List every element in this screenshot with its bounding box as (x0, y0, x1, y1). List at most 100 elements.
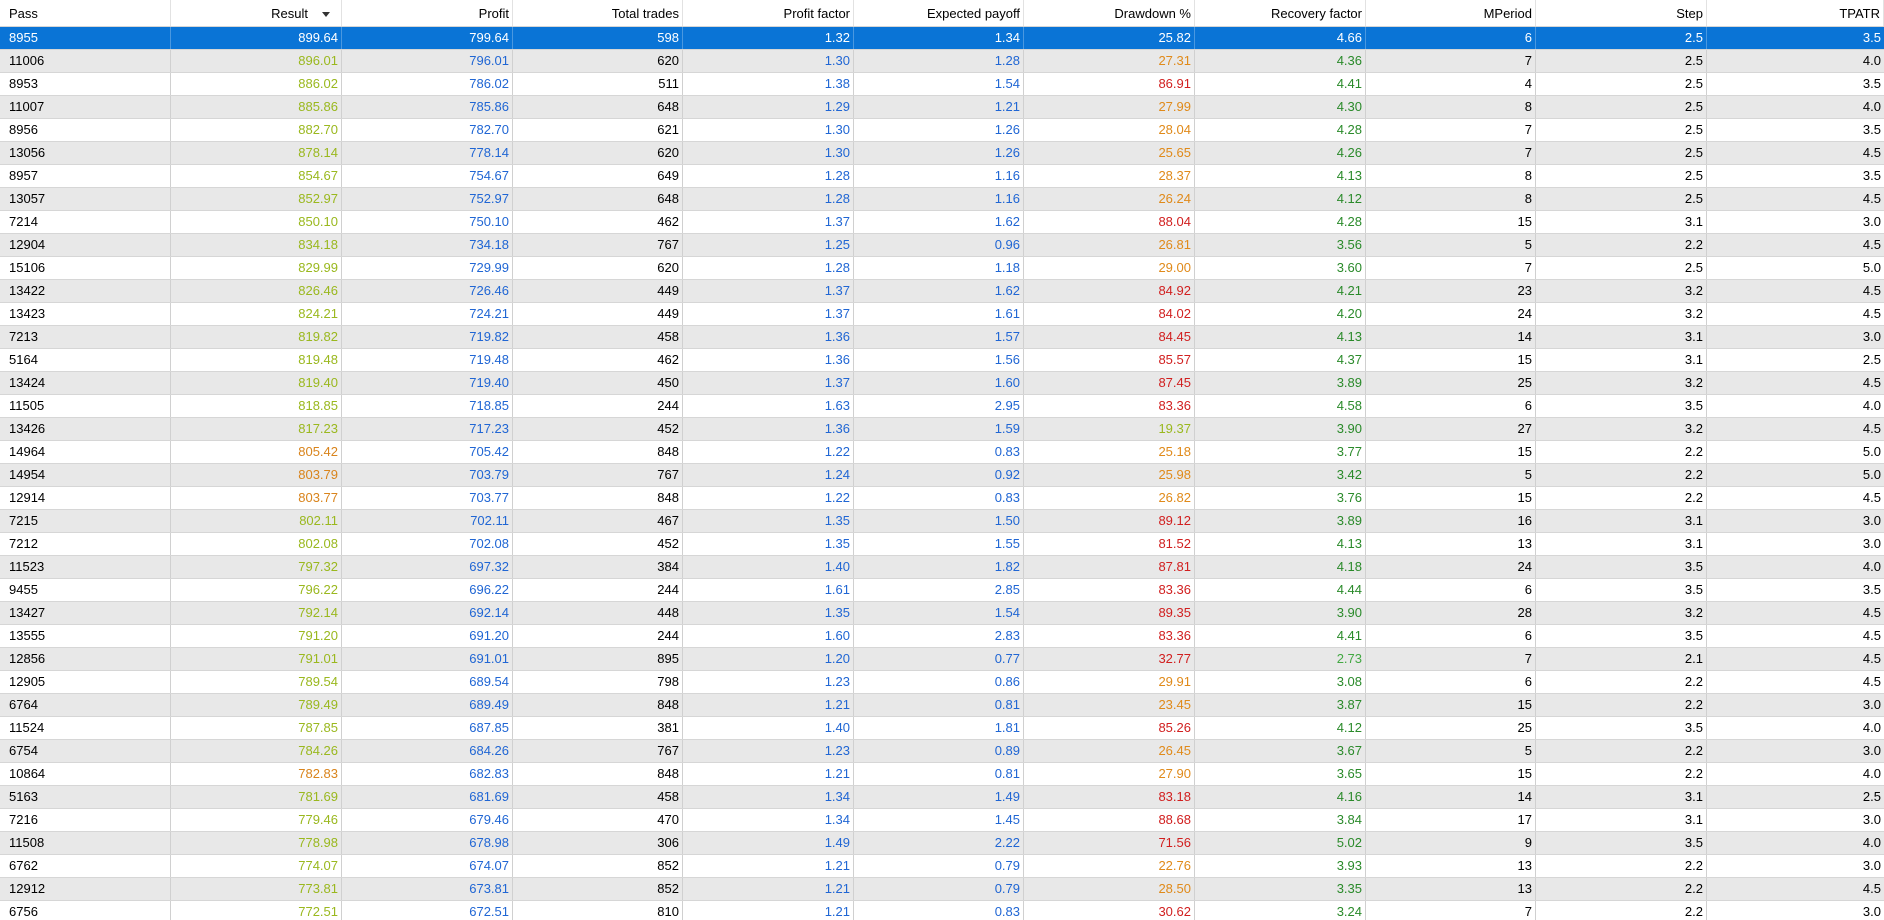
cell-profit-factor: 1.40 (683, 556, 854, 578)
cell-profit: 718.85 (342, 395, 513, 417)
table-row[interactable]: 13427 792.14 692.14 448 1.35 1.54 89.35 3.90 28 3… (0, 602, 1884, 625)
column-header-drawdown[interactable]: Drawdown % (1024, 0, 1195, 26)
table-row[interactable]: 13056 878.14 778.14 620 1.30 1.26 25.65 4.26 7 2.… (0, 142, 1884, 165)
table-row[interactable]: 8955 899.64 799.64 598 1.32 1.34 25.82 4.66 6 2.5… (0, 27, 1884, 50)
cell-pass: 12912 (0, 878, 171, 900)
table-row[interactable]: 5164 819.48 719.48 462 1.36 1.56 85.57 4.37 15 3.… (0, 349, 1884, 372)
table-row[interactable]: 7212 802.08 702.08 452 1.35 1.55 81.52 4.13 13 3.… (0, 533, 1884, 556)
column-header-expected-payoff[interactable]: Expected payoff (854, 0, 1024, 26)
cell-step: 2.2 (1536, 694, 1707, 716)
cell-step: 2.2 (1536, 878, 1707, 900)
table-row[interactable]: 11007 885.86 785.86 648 1.29 1.21 27.99 4.30 8 2.… (0, 96, 1884, 119)
cell-total-trades: 470 (513, 809, 683, 831)
cell-pass: 13426 (0, 418, 171, 440)
table-row[interactable]: 13555 791.20 691.20 244 1.60 2.83 83.36 4.41 6 3.… (0, 625, 1884, 648)
cell-mperiod: 7 (1366, 50, 1536, 72)
cell-expected-payoff: 2.85 (854, 579, 1024, 601)
cell-drawdown: 89.35 (1024, 602, 1195, 624)
cell-mperiod: 6 (1366, 625, 1536, 647)
table-row[interactable]: 12912 773.81 673.81 852 1.21 0.79 28.50 3.35 13 2… (0, 878, 1884, 901)
table-row[interactable]: 13422 826.46 726.46 449 1.37 1.62 84.92 4.21 23 3… (0, 280, 1884, 303)
column-header-tpatr[interactable]: TPATR (1707, 0, 1884, 26)
cell-expected-payoff: 0.86 (854, 671, 1024, 693)
cell-profit: 786.02 (342, 73, 513, 95)
column-header-step[interactable]: Step (1536, 0, 1707, 26)
table-row[interactable]: 7215 802.11 702.11 467 1.35 1.50 89.12 3.89 16 3.… (0, 510, 1884, 533)
cell-profit: 750.10 (342, 211, 513, 233)
table-row[interactable]: 13426 817.23 717.23 452 1.36 1.59 19.37 3.90 27 3… (0, 418, 1884, 441)
cell-recovery-factor: 4.12 (1195, 188, 1366, 210)
cell-mperiod: 8 (1366, 188, 1536, 210)
table-row[interactable]: 12856 791.01 691.01 895 1.20 0.77 32.77 2.73 7 2.… (0, 648, 1884, 671)
cell-profit-factor: 1.35 (683, 602, 854, 624)
cell-tpatr: 2.5 (1862, 352, 1881, 367)
table-row[interactable]: 15106 829.99 729.99 620 1.28 1.18 29.00 3.60 7 2.… (0, 257, 1884, 280)
cell-profit: 673.81 (342, 878, 513, 900)
cell-recovery-factor: 3.42 (1195, 464, 1366, 486)
table-row[interactable]: 11523 797.32 697.32 384 1.40 1.82 87.81 4.18 24 3… (0, 556, 1884, 579)
table-row[interactable]: 7216 779.46 679.46 470 1.34 1.45 88.68 3.84 17 3.… (0, 809, 1884, 832)
table-row[interactable]: 12905 789.54 689.54 798 1.23 0.86 29.91 3.08 6 2.… (0, 671, 1884, 694)
cell-mperiod: 13 (1366, 878, 1536, 900)
table-row[interactable]: 6756 772.51 672.51 810 1.21 0.83 30.62 3.24 7 2.2… (0, 901, 1884, 920)
table-row[interactable]: 14964 805.42 705.42 848 1.22 0.83 25.18 3.77 15 2… (0, 441, 1884, 464)
table-row[interactable]: 11524 787.85 687.85 381 1.40 1.81 85.26 4.12 25 3… (0, 717, 1884, 740)
table-row[interactable]: 14954 803.79 703.79 767 1.24 0.92 25.98 3.42 5 2.… (0, 464, 1884, 487)
cell-mperiod: 24 (1366, 556, 1536, 578)
table-row[interactable]: 13057 852.97 752.97 648 1.28 1.16 26.24 4.12 8 2.… (0, 188, 1884, 211)
table-row[interactable]: 7214 850.10 750.10 462 1.37 1.62 88.04 4.28 15 3.… (0, 211, 1884, 234)
cell-recovery-factor: 3.67 (1195, 740, 1366, 762)
cell-pass: 8956 (0, 119, 171, 141)
table-row[interactable]: 8953 886.02 786.02 511 1.38 1.54 86.91 4.41 4 2.5… (0, 73, 1884, 96)
cell-recovery-factor: 4.36 (1195, 50, 1366, 72)
table-row[interactable]: 6764 789.49 689.49 848 1.21 0.81 23.45 3.87 15 2.… (0, 694, 1884, 717)
table-row[interactable]: 13424 819.40 719.40 450 1.37 1.60 87.45 3.89 25 3… (0, 372, 1884, 395)
cell-step: 3.1 (1536, 786, 1707, 808)
column-header-recovery-factor[interactable]: Recovery factor (1195, 0, 1366, 26)
table-row[interactable]: 6762 774.07 674.07 852 1.21 0.79 22.76 3.93 13 2.… (0, 855, 1884, 878)
cell-expected-payoff: 0.83 (854, 487, 1024, 509)
table-row[interactable]: 8956 882.70 782.70 621 1.30 1.26 28.04 4.28 7 2.5… (0, 119, 1884, 142)
table-row[interactable]: 9455 796.22 696.22 244 1.61 2.85 83.36 4.44 6 3.5… (0, 579, 1884, 602)
cell-tpatr: 4.0 (1862, 766, 1881, 781)
column-header-pass[interactable]: Pass (0, 0, 171, 26)
cell-tpatr: 4.5 (1862, 605, 1881, 620)
cell-profit-factor: 1.60 (683, 625, 854, 647)
column-header-total-trades[interactable]: Total trades (513, 0, 683, 26)
table-row[interactable]: 10864 782.83 682.83 848 1.21 0.81 27.90 3.65 15 2… (0, 763, 1884, 786)
table-row[interactable]: 12904 834.18 734.18 767 1.25 0.96 26.81 3.56 5 2.… (0, 234, 1884, 257)
cell-recovery-factor: 4.28 (1195, 211, 1366, 233)
column-header-result[interactable]: Result (171, 0, 342, 26)
cell-drawdown: 81.52 (1024, 533, 1195, 555)
table-row[interactable]: 13423 824.21 724.21 449 1.37 1.61 84.02 4.20 24 3… (0, 303, 1884, 326)
cell-mperiod: 9 (1366, 832, 1536, 854)
column-header-profit[interactable]: Profit (342, 0, 513, 26)
cell-pass: 11524 (0, 717, 171, 739)
cell-expected-payoff: 1.60 (854, 372, 1024, 394)
table-row[interactable]: 5163 781.69 681.69 458 1.34 1.49 83.18 4.16 14 3.… (0, 786, 1884, 809)
column-header-profit-factor[interactable]: Profit factor (683, 0, 854, 26)
table-row[interactable]: 11508 778.98 678.98 306 1.49 2.22 71.56 5.02 9 3.… (0, 832, 1884, 855)
cell-recovery-factor: 3.90 (1195, 418, 1366, 440)
cell-profit-factor: 1.22 (683, 441, 854, 463)
cell-pass: 11523 (0, 556, 171, 578)
cell-expected-payoff: 0.96 (854, 234, 1024, 256)
cell-profit: 691.20 (342, 625, 513, 647)
table-row[interactable]: 6754 784.26 684.26 767 1.23 0.89 26.45 3.67 5 2.2… (0, 740, 1884, 763)
table-row[interactable]: 7213 819.82 719.82 458 1.36 1.57 84.45 4.13 14 3.… (0, 326, 1884, 349)
table-row[interactable]: 8957 854.67 754.67 649 1.28 1.16 28.37 4.13 8 2.5… (0, 165, 1884, 188)
cell-pass: 7212 (0, 533, 171, 555)
cell-result: 791.01 (171, 648, 342, 670)
cell-tpatr: 3.0 (1862, 513, 1881, 528)
cell-mperiod: 8 (1366, 96, 1536, 118)
cell-pass: 11007 (0, 96, 171, 118)
cell-result: 852.97 (171, 188, 342, 210)
table-row[interactable]: 11505 818.85 718.85 244 1.63 2.95 83.36 4.58 6 3.… (0, 395, 1884, 418)
column-header-mperiod[interactable]: MPeriod (1366, 0, 1536, 26)
cell-pass: 13422 (0, 280, 171, 302)
cell-pass: 7216 (0, 809, 171, 831)
table-row[interactable]: 12914 803.77 703.77 848 1.22 0.83 26.82 3.76 15 2… (0, 487, 1884, 510)
cell-step: 2.2 (1536, 671, 1707, 693)
cell-profit: 729.99 (342, 257, 513, 279)
table-row[interactable]: 11006 896.01 796.01 620 1.30 1.28 27.31 4.36 7 2.… (0, 50, 1884, 73)
